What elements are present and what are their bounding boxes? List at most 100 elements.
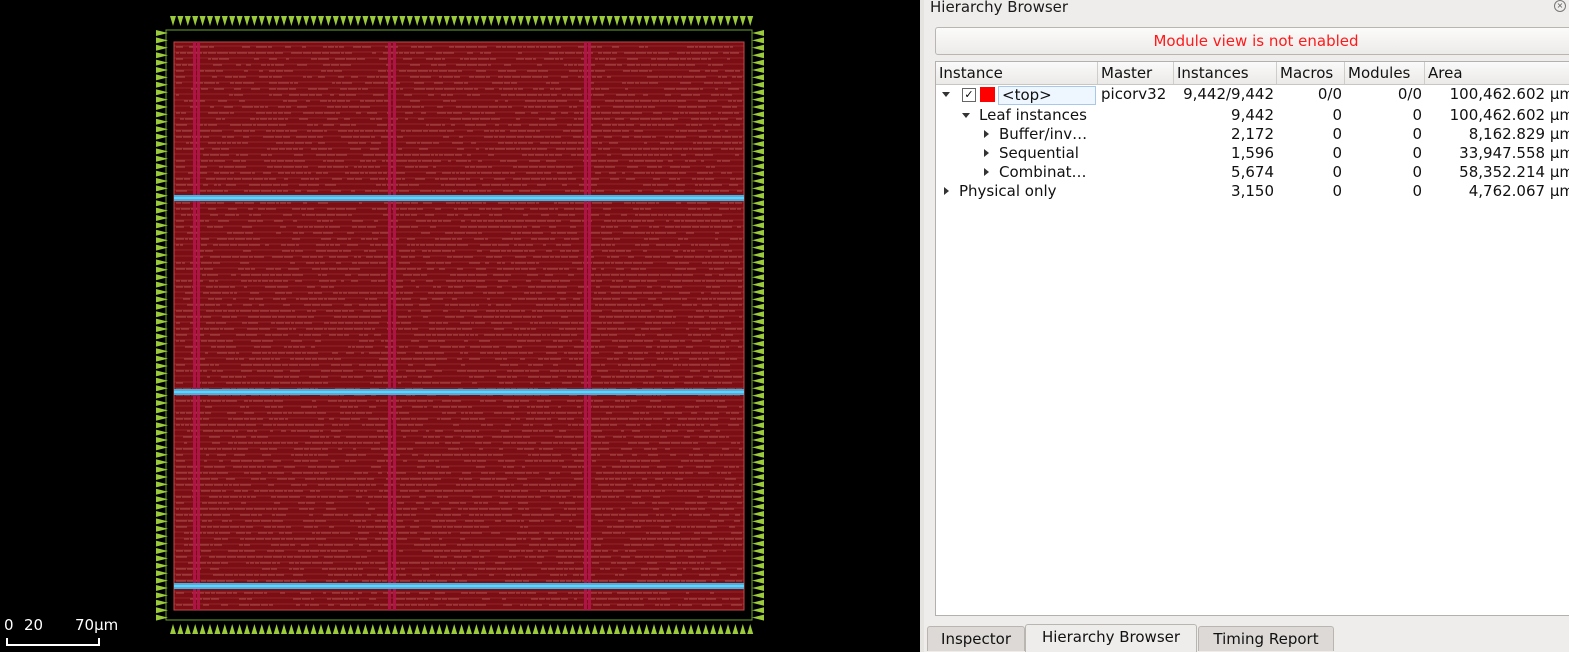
- io-pin: [673, 16, 680, 26]
- io-pin: [752, 52, 764, 59]
- io-pin: [399, 16, 406, 26]
- io-pin: [752, 577, 764, 584]
- visibility-checkbox[interactable]: ✓: [962, 88, 976, 102]
- io-pin: [752, 67, 764, 73]
- tree-row-leaf-instances[interactable]: Leaf instances 9,442 0 0 100,462.602 µm²: [936, 106, 1569, 125]
- io-pin: [702, 16, 709, 26]
- io-pin: [752, 104, 764, 110]
- col-area[interactable]: Area: [1425, 62, 1569, 84]
- io-pin: [752, 111, 764, 118]
- chip-layout[interactable]: [0, 0, 920, 652]
- layout-viewer[interactable]: 0 20 70µm: [0, 0, 920, 652]
- io-pin: [628, 16, 635, 26]
- io-pin: [199, 16, 206, 26]
- io-pin: [414, 624, 421, 634]
- io-pin: [752, 437, 764, 443]
- io-pin: [584, 624, 591, 634]
- io-pin: [651, 16, 657, 26]
- io-pin: [355, 624, 361, 634]
- io-pin: [340, 624, 347, 634]
- chevron-down-icon[interactable]: [942, 92, 950, 97]
- io-pin: [665, 16, 672, 26]
- io-pin: [752, 192, 764, 199]
- io-pin: [752, 89, 764, 96]
- instance-cell: Leaf instances: [979, 106, 1087, 124]
- tab-inspector[interactable]: Inspector: [927, 626, 1025, 651]
- module-view-message: Module view is not enabled: [935, 27, 1569, 55]
- tree-row-buffer-inv[interactable]: Buffer/inv… 2,172 0 0 8,162.829 µm²: [936, 125, 1569, 144]
- io-pin: [752, 585, 764, 591]
- io-pin: [355, 16, 361, 26]
- io-pin: [752, 133, 764, 140]
- io-pin: [229, 624, 236, 634]
- io-pin: [310, 16, 317, 26]
- io-pin: [525, 624, 532, 634]
- area-cell: 100,462.602 µm²: [1449, 106, 1569, 124]
- io-pin: [332, 624, 339, 634]
- io-pin: [347, 16, 354, 26]
- io-pin: [680, 624, 687, 634]
- io-pin: [436, 16, 443, 26]
- io-pin: [658, 624, 665, 634]
- io-pin: [577, 624, 583, 634]
- io-pin: [406, 624, 413, 634]
- io-pin: [752, 266, 764, 273]
- io-pin: [752, 118, 764, 125]
- modules-cell: 0: [1412, 125, 1422, 143]
- instances-cell: 1,596: [1231, 144, 1274, 162]
- col-modules[interactable]: Modules: [1345, 62, 1425, 84]
- scale-tick-0: 0: [4, 616, 14, 634]
- io-pin: [752, 215, 764, 221]
- io-pin: [752, 96, 764, 103]
- color-swatch[interactable]: [980, 87, 995, 102]
- tree-row-top[interactable]: ✓ <top> picorv32 9,442/9,442 0/0 0/0 100…: [936, 85, 1569, 105]
- instance-cell: Physical only: [959, 182, 1057, 200]
- io-pin: [752, 370, 764, 377]
- io-pin: [303, 624, 310, 634]
- tree-row-physical-only[interactable]: Physical only 3,150 0 0 4,762.067 µm²: [936, 182, 1569, 201]
- modules-cell: 0: [1412, 163, 1422, 181]
- tab-hierarchy-browser[interactable]: Hierarchy Browser: [1025, 624, 1197, 652]
- io-pin: [488, 624, 495, 634]
- io-pin: [752, 592, 764, 599]
- io-pin: [503, 624, 509, 634]
- modules-cell: 0: [1412, 106, 1422, 124]
- io-pin: [752, 274, 764, 281]
- col-macros[interactable]: Macros: [1277, 62, 1345, 84]
- col-instances[interactable]: Instances: [1174, 62, 1277, 84]
- chevron-right-icon[interactable]: [984, 149, 989, 157]
- hierarchy-tree[interactable]: Instance Master Instances Macros Modules…: [935, 61, 1569, 616]
- io-pin: [273, 16, 280, 26]
- io-pin: [458, 624, 465, 634]
- io-pin: [752, 459, 764, 466]
- chevron-right-icon[interactable]: [944, 187, 949, 195]
- tree-row-combinational[interactable]: Combinat… 5,674 0 0 58,352.214 µm²: [936, 163, 1569, 182]
- io-pin: [281, 16, 287, 26]
- io-pin: [562, 624, 569, 634]
- io-pin: [747, 624, 754, 634]
- tab-timing-report[interactable]: Timing Report: [1198, 626, 1334, 651]
- area-cell: 100,462.602 µm²: [1449, 85, 1569, 103]
- chevron-right-icon[interactable]: [984, 130, 989, 138]
- instances-cell: 3,150: [1231, 182, 1274, 200]
- io-pin: [688, 16, 694, 26]
- instances-cell: 5,674: [1231, 163, 1274, 181]
- io-pin: [752, 385, 764, 392]
- close-icon[interactable]: ×: [1554, 0, 1566, 12]
- io-pin: [170, 16, 176, 26]
- io-pin: [752, 548, 764, 554]
- chevron-right-icon[interactable]: [984, 168, 989, 176]
- col-master[interactable]: Master: [1098, 62, 1174, 84]
- io-pin: [752, 37, 764, 44]
- io-pin: [752, 155, 764, 162]
- io-pin: [752, 30, 764, 36]
- io-pin: [614, 16, 620, 26]
- io-pin: [547, 624, 554, 634]
- panel-title: Hierarchy Browser: [930, 0, 1069, 16]
- io-pin: [362, 624, 369, 634]
- tree-row-sequential[interactable]: Sequential 1,596 0 0 33,947.558 µm²: [936, 144, 1569, 163]
- instance-name-editor[interactable]: <top>: [998, 86, 1096, 105]
- chevron-down-icon[interactable]: [962, 113, 970, 118]
- io-pin: [466, 16, 472, 26]
- col-instance[interactable]: Instance: [936, 62, 1098, 84]
